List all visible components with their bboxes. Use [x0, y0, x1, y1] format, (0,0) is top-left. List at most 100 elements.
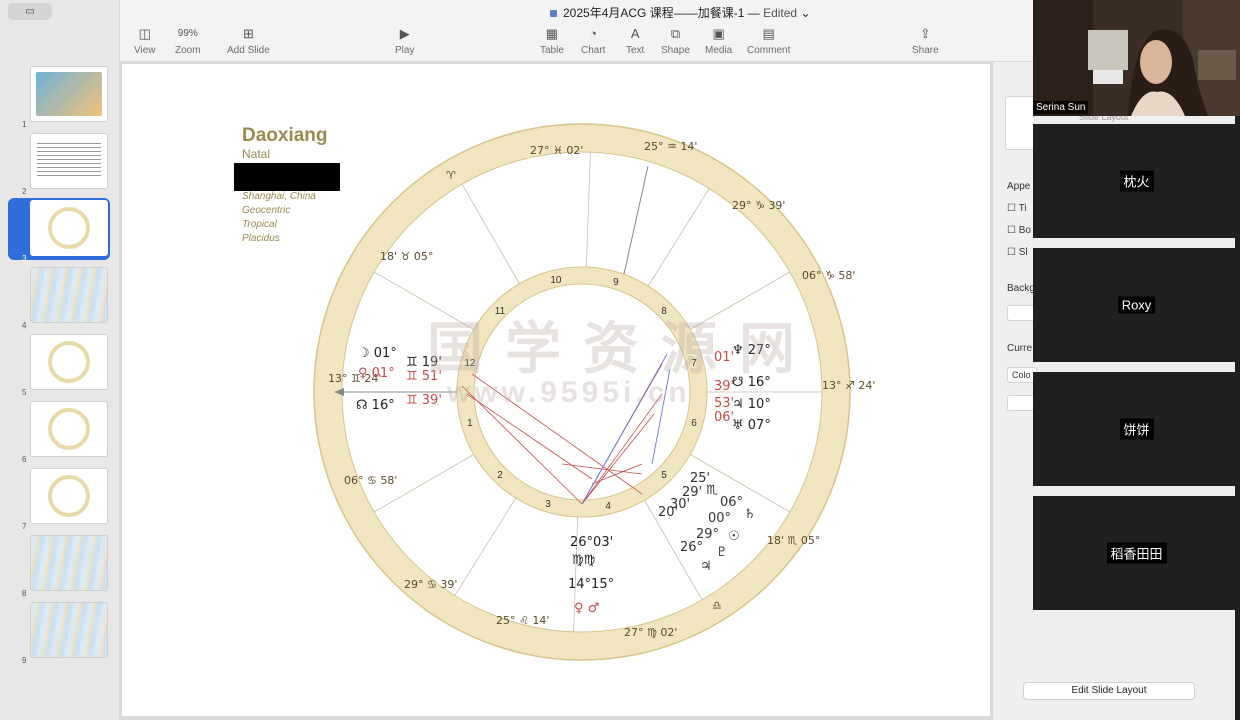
zodiac-cusp-label: 25° ♌ 14'	[496, 614, 549, 627]
house-number: 1	[467, 418, 473, 429]
watermark-url: www.9595i.cn	[447, 376, 691, 409]
chart-name: Daoxiang	[242, 125, 328, 146]
keynote-window: ▭ 123456789 2025年4月ACG 课程——加餐课-1 — Edite…	[0, 0, 1240, 720]
participant-tile[interactable]: 饼饼	[1033, 372, 1240, 486]
participant-name: Serina Sun	[1033, 101, 1089, 114]
view-toolbar-button[interactable]: ◫ View	[134, 26, 156, 56]
current-label: Curre	[1007, 343, 1033, 354]
comment-toolbar-button[interactable]: ▤ Comment	[747, 26, 790, 56]
media-icon: ▣	[712, 26, 725, 41]
share-icon: ⇪	[919, 26, 931, 41]
chevron-down-icon: ⌄	[800, 6, 811, 20]
house-number: 5	[661, 470, 667, 481]
slide[interactable]: 1 2 3 4 5 6 7 8 9 10 11 12 27° ♓ 02' 25° ♒ 14' 29° ♑ 3…	[122, 64, 990, 716]
slide-preview	[30, 602, 108, 658]
sidebar-toggle-button[interactable]: ▭	[8, 3, 52, 20]
slide-thumbnail[interactable]: 8	[8, 533, 110, 598]
layout-preview[interactable]	[1005, 96, 1035, 150]
slide-thumbnail[interactable]: 6	[8, 399, 110, 464]
share-toolbar-button[interactable]: ⇪ Share	[912, 26, 939, 56]
participant-tile[interactable]: Roxy	[1033, 248, 1240, 362]
checkbox-icon: ☐	[1007, 247, 1016, 258]
checkbox-icon: ☐	[1007, 203, 1016, 214]
zodiac-cusp-label: ♎	[712, 599, 722, 612]
camera-feed	[1033, 0, 1240, 116]
participant-name: 稻香田田	[1106, 542, 1167, 564]
planet-label: ☊ 16°	[356, 398, 395, 413]
participant-tile[interactable]: 稻香田田	[1033, 496, 1240, 610]
slide-number-checkbox[interactable]: ☐ Sl	[1007, 247, 1028, 258]
add-slide-toolbar-button[interactable]: ⊞ Add Slide	[227, 26, 270, 56]
media-toolbar-button[interactable]: ▣ Media	[705, 26, 732, 56]
planet-label: ☉	[728, 529, 740, 544]
chart-toolbar-button[interactable]: ◔ Chart	[581, 26, 605, 56]
chart-kind: Natal	[242, 147, 271, 161]
slide-preview	[30, 267, 108, 323]
watermark-text: 国学资源网	[427, 317, 817, 380]
play-icon: ▶	[399, 26, 410, 41]
zodiac-cusp-label: 18' ♏ 05°	[767, 534, 820, 547]
text-icon: A	[630, 26, 640, 41]
slide-preview	[30, 66, 108, 122]
title-checkbox[interactable]: ☐ Ti	[1007, 203, 1027, 214]
slide-preview	[30, 535, 108, 591]
slide-preview	[30, 401, 108, 457]
planet-label: ♃	[700, 559, 712, 574]
planet-label: 14°15°	[568, 577, 614, 592]
slide-thumbnail[interactable]: 2	[8, 131, 110, 196]
zodiac-cusp-label: ♈	[446, 169, 456, 182]
chart-option: Placidus	[242, 233, 280, 244]
text-toolbar-button[interactable]: A Text	[626, 26, 644, 56]
slide-preview	[30, 133, 108, 189]
play-toolbar-button[interactable]: ▶ Play	[395, 26, 414, 56]
document-title[interactable]: 2025年4月ACG 课程——加餐课-1 — Edited ⌄	[550, 4, 811, 21]
slide-thumbnail[interactable]: 7	[8, 466, 110, 531]
slide-thumbnail[interactable]: 1	[8, 64, 110, 129]
house-number: 6	[691, 418, 697, 429]
planet-label: 00°	[708, 511, 731, 526]
table-toolbar-button[interactable]: ▦ Table	[540, 26, 564, 56]
participant-name: 枕火	[1119, 170, 1154, 192]
slide-thumbnail[interactable]: 3	[8, 198, 110, 263]
zoom-toolbar-button[interactable]: 99% Zoom	[175, 26, 201, 56]
chart-place: Shanghai, China	[242, 191, 316, 202]
body-checkbox[interactable]: ☐ Bo	[1007, 225, 1031, 236]
plus-square-icon: ⊞	[242, 26, 254, 41]
slide-canvas[interactable]: 1 2 3 4 5 6 7 8 9 10 11 12 27° ♓ 02' 25° ♒ 14' 29° ♑ 3…	[120, 62, 992, 720]
planet-label: ♀ 01°	[358, 366, 395, 381]
planet-label: 26°03'	[570, 535, 613, 550]
participant-tile[interactable]: 枕火	[1033, 124, 1240, 238]
house-number: 10	[550, 275, 562, 286]
house-number: 2	[497, 470, 503, 481]
house-number: 9	[613, 277, 619, 288]
sidebar-icon: ◫	[138, 26, 151, 41]
house-number: 3	[545, 499, 551, 510]
participant-name: 饼饼	[1119, 418, 1154, 440]
edit-slide-layout-button[interactable]: Edit Slide Layout	[1023, 682, 1195, 700]
planet-label: ♃ 10°	[732, 397, 771, 412]
document-icon	[550, 10, 557, 18]
slide-preview	[30, 200, 108, 256]
participant-video-serina[interactable]: Serina Sun	[1033, 0, 1240, 116]
planet-label: 06'	[714, 410, 734, 425]
shape-toolbar-button[interactable]: ⧉ Shape	[661, 26, 690, 56]
shape-icon: ⧉	[670, 26, 681, 41]
planet-label: ☽ 01°	[358, 346, 397, 361]
slide-thumbnail[interactable]: 4	[8, 265, 110, 330]
slide-navigator[interactable]: ▭ 123456789	[0, 0, 120, 720]
planet-label: 26°	[680, 540, 703, 555]
zodiac-cusp-label: 06° ♑ 58'	[802, 269, 855, 282]
house-number: 4	[605, 501, 611, 512]
planet-label: ♍♍	[572, 553, 596, 568]
zodiac-cusp-label: 29° ♋ 39'	[404, 578, 457, 591]
zodiac-cusp-label: 13° ♐ 24'	[822, 379, 875, 392]
participant-name: Roxy	[1117, 296, 1156, 314]
checkbox-icon: ☐	[1007, 225, 1016, 236]
planet-label: ♀ ♂	[574, 601, 599, 616]
chart-option: Tropical	[242, 219, 277, 230]
planet-label: 53'	[714, 396, 734, 411]
appearance-label: Appe	[1007, 181, 1031, 192]
chart-option: Geocentric	[242, 205, 291, 216]
slide-thumbnail[interactable]: 5	[8, 332, 110, 397]
slide-thumbnail[interactable]: 9	[8, 600, 110, 665]
